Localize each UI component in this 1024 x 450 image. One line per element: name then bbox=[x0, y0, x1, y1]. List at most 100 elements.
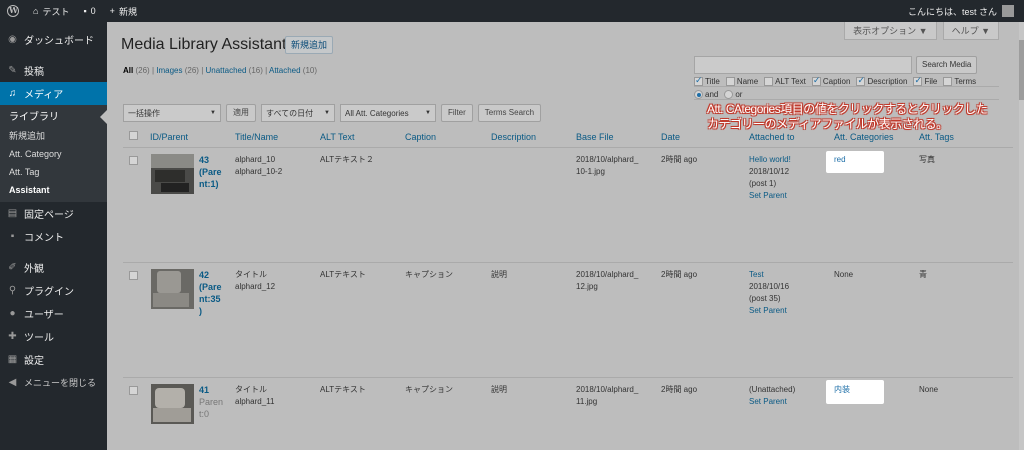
media-submenu: ライブラリ 新規追加 Att. Category Att. Tag Assist… bbox=[0, 105, 107, 202]
alt-text-cell[interactable]: ALTテキスト２ bbox=[320, 154, 374, 166]
media-title: タイトル bbox=[235, 270, 267, 279]
set-parent-link[interactable]: Set Parent bbox=[749, 305, 789, 317]
terms-search-button[interactable]: Terms Search bbox=[477, 104, 542, 122]
media-id: 43 bbox=[199, 155, 210, 165]
sidebar-item-comments[interactable]: ▪ コメント bbox=[0, 225, 107, 248]
tags-cell[interactable]: 青 bbox=[919, 269, 927, 281]
search-connector-and[interactable]: and bbox=[694, 90, 718, 99]
attached-to-cell: (Unattached) Set Parent bbox=[749, 384, 795, 408]
attached-post-link[interactable]: Hello world! bbox=[749, 154, 791, 166]
id-parent-link[interactable]: 42 (Pare nt:35 ) bbox=[199, 269, 222, 317]
category-link[interactable]: 内装 bbox=[834, 384, 850, 395]
collapse-menu-button[interactable]: ◀ メニューを閉じる bbox=[0, 371, 107, 394]
tags-cell[interactable]: 写真 bbox=[919, 154, 935, 166]
alt-text-cell[interactable]: ALTテキスト bbox=[320, 269, 366, 281]
category-filter-select[interactable]: All Att. Categories ▼ bbox=[340, 104, 436, 122]
select-value: All Att. Categories bbox=[345, 108, 409, 118]
column-alt-text[interactable]: ALT Text bbox=[320, 132, 355, 142]
thumbnail-image[interactable] bbox=[151, 384, 194, 424]
search-option-caption[interactable]: Caption bbox=[811, 75, 850, 86]
set-parent-link[interactable]: Set Parent bbox=[749, 190, 791, 202]
dashboard-icon: ◉ bbox=[8, 34, 17, 45]
file-path: 2018/10/alphard_ bbox=[576, 155, 639, 164]
row-checkbox[interactable] bbox=[129, 156, 138, 165]
thumbnail-image[interactable] bbox=[151, 154, 194, 194]
sidebar-item-settings[interactable]: ▦ 設定 bbox=[0, 348, 107, 371]
column-att-categories[interactable]: Att. Categories bbox=[834, 132, 894, 142]
checkbox-icon bbox=[694, 75, 703, 86]
alt-text-cell[interactable]: ALTテキスト bbox=[320, 384, 366, 396]
column-description[interactable]: Description bbox=[491, 132, 536, 142]
set-parent-link[interactable]: Set Parent bbox=[749, 396, 795, 408]
sidebar-item-tools[interactable]: ✚ ツール bbox=[0, 325, 107, 348]
new-content-link[interactable]: + 新規 bbox=[103, 0, 144, 22]
attached-post-link[interactable]: Test bbox=[749, 269, 789, 281]
submenu-add-new[interactable]: 新規追加 bbox=[0, 127, 107, 145]
search-input[interactable] bbox=[694, 56, 912, 74]
filter-images[interactable]: Images bbox=[156, 66, 182, 75]
search-option-title[interactable]: Title bbox=[694, 75, 720, 86]
sidebar-item-plugins[interactable]: ⚲ プラグイン bbox=[0, 279, 107, 302]
base-file-cell[interactable]: 2018/10/alphard_ 10-1.jpg bbox=[576, 154, 638, 178]
sidebar-item-appearance[interactable]: ✐ 外観 bbox=[0, 256, 107, 279]
site-name-link[interactable]: ⌂ テスト bbox=[26, 0, 76, 22]
media-table: ID/Parent Title/Name ALT Text Caption De… bbox=[123, 126, 1013, 450]
select-all-checkbox[interactable] bbox=[129, 131, 138, 140]
add-new-button[interactable]: 新規追加 bbox=[285, 36, 334, 54]
search-media-button[interactable]: Search Media bbox=[916, 56, 978, 74]
sidebar-item-dashboard[interactable]: ◉ ダッシュボード bbox=[0, 28, 107, 51]
thumbnail-image[interactable] bbox=[151, 269, 194, 309]
base-file-cell[interactable]: 2018/10/alphard_ 11.jpg bbox=[576, 384, 638, 408]
search-option-terms[interactable]: Terms bbox=[943, 77, 976, 86]
submenu-att-category[interactable]: Att. Category bbox=[0, 145, 107, 163]
column-attached-to[interactable]: Attached to bbox=[749, 132, 795, 142]
admin-sidebar: ◉ ダッシュボード ✎ 投稿 ♫ メディア ライブラリ 新規追加 Att. Categ… bbox=[0, 22, 107, 450]
annotation-callout: Att. CAtegories項目の値をクリックするとクリックした カテゴリーの… bbox=[707, 102, 988, 132]
row-checkbox[interactable] bbox=[129, 386, 138, 395]
column-base-file[interactable]: Base File bbox=[576, 132, 614, 142]
column-att-tags[interactable]: Att. Tags bbox=[919, 132, 954, 142]
id-parent-link[interactable]: 43 (Pare nt:1) bbox=[199, 154, 222, 190]
category-link[interactable]: red bbox=[834, 155, 846, 164]
date-filter-select[interactable]: すべての日付 ▼ bbox=[261, 104, 335, 122]
apply-button[interactable]: 適用 bbox=[226, 104, 256, 122]
screen-options-button[interactable]: 表示オプション ▼ bbox=[844, 22, 937, 40]
search-option-alt-text[interactable]: ALT Text bbox=[764, 77, 806, 86]
media-name: alphard_10-2 bbox=[235, 167, 283, 176]
title-name-cell: タイトル alphard_11 bbox=[235, 384, 274, 408]
column-date[interactable]: Date bbox=[661, 132, 680, 142]
base-file-cell[interactable]: 2018/10/alphard_ 12.jpg bbox=[576, 269, 638, 293]
scrollbar-thumb[interactable] bbox=[1019, 40, 1024, 100]
submenu-att-tag[interactable]: Att. Tag bbox=[0, 163, 107, 181]
sidebar-item-media[interactable]: ♫ メディア bbox=[0, 82, 107, 105]
bulk-actions-select[interactable]: 一括操作 ▼ bbox=[123, 104, 221, 122]
comments-link[interactable]: ▪ 0 bbox=[76, 0, 102, 22]
wordpress-menu[interactable] bbox=[0, 0, 26, 22]
column-id-parent[interactable]: ID/Parent bbox=[150, 132, 188, 142]
sidebar-item-posts[interactable]: ✎ 投稿 bbox=[0, 59, 107, 82]
help-button[interactable]: ヘルプ ▼ bbox=[942, 22, 999, 40]
column-caption[interactable]: Caption bbox=[405, 132, 436, 142]
search-connector-or[interactable]: or bbox=[724, 90, 742, 99]
page-scrollbar[interactable] bbox=[1019, 22, 1024, 450]
column-title-name[interactable]: Title/Name bbox=[235, 132, 278, 142]
submenu-assistant[interactable]: Assistant bbox=[0, 181, 107, 199]
submenu-library[interactable]: ライブラリ bbox=[0, 109, 107, 127]
search-option-file[interactable]: File bbox=[913, 75, 937, 86]
search-option-description[interactable]: Description bbox=[856, 75, 907, 86]
annotation-line: カテゴリーのメディアファイルが表示される。 bbox=[707, 117, 948, 131]
title-name-cell: タイトル alphard_12 bbox=[235, 269, 275, 293]
id-parent-link[interactable]: 41 Paren t:0 bbox=[199, 384, 223, 420]
filter-unattached[interactable]: Unattached bbox=[206, 66, 247, 75]
filter-button[interactable]: Filter bbox=[441, 104, 473, 122]
sidebar-item-users[interactable]: ● ユーザー bbox=[0, 302, 107, 325]
search-option-name[interactable]: Name bbox=[725, 77, 758, 86]
filter-attached[interactable]: Attached bbox=[269, 66, 301, 75]
annotation-line: Att. CAtegories項目の値をクリックするとクリックした bbox=[707, 102, 988, 116]
account-menu[interactable]: こんにちは、test さん bbox=[908, 5, 1024, 18]
sidebar-item-pages[interactable]: ▤ 固定ページ bbox=[0, 202, 107, 225]
filter-all[interactable]: All bbox=[123, 66, 133, 75]
checkbox-icon bbox=[725, 77, 735, 86]
file-name: 10-1.jpg bbox=[576, 167, 605, 176]
row-checkbox[interactable] bbox=[129, 271, 138, 280]
